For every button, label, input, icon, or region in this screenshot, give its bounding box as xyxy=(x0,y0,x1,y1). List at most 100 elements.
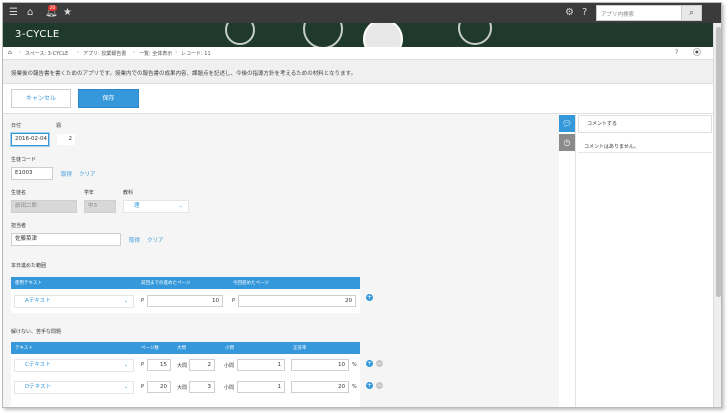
chevron-down-icon: ⌄ xyxy=(178,203,183,209)
add-row-button[interactable]: + xyxy=(366,382,373,389)
help-icon[interactable]: ? xyxy=(675,49,678,56)
week-label: 週 xyxy=(56,123,62,129)
history-icon: ◷ xyxy=(563,138,571,147)
prev-page-field[interactable]: 10 xyxy=(147,295,223,307)
range-col-cur: 今回進めたページ xyxy=(233,281,269,286)
cur-page-field[interactable]: 20 xyxy=(238,295,356,307)
problems-col-big: 大問 xyxy=(177,346,186,351)
save-button[interactable]: 保存 xyxy=(78,89,139,108)
comment-icon: 💬︎ xyxy=(561,119,573,128)
no-comments-text: コメントはありません。 xyxy=(584,144,639,150)
search-input[interactable]: アプリ内検索 xyxy=(601,10,634,18)
app-window: ☰ ⌂ 🔔︎ 20 ★ ⚙ ? アプリ内検索 ⌕ 3-CYCLE ⌂ › スペー… xyxy=(2,2,722,408)
comment-tab[interactable]: 💬︎ xyxy=(559,115,575,132)
comment-placeholder: コメントする xyxy=(587,121,618,127)
add-row-button[interactable]: + xyxy=(366,294,373,301)
range-table-header: 使用テキスト 前回までの進めたページ 今回進めたページ xyxy=(11,277,360,289)
problems-col-small: 小問 xyxy=(225,346,234,351)
subject-label: 教科 xyxy=(123,190,134,196)
student-name-field: 前田二郎 xyxy=(11,200,77,213)
range-text-value: Aテキスト xyxy=(25,298,51,304)
student-code-get-link[interactable]: 取得 xyxy=(61,170,72,178)
app-header-banner: 3-CYCLE xyxy=(3,23,713,47)
problems-col-text: テキスト xyxy=(15,346,33,351)
table-row: Dテキスト ⌄ P 20 大問 3 小問 1 20 % xyxy=(11,376,360,398)
subject-select-value: 理 xyxy=(134,203,140,209)
range-text-select[interactable]: Aテキスト ⌄ xyxy=(14,295,134,308)
search-icon: ⌕ xyxy=(688,8,695,18)
chevron-down-icon: ⌄ xyxy=(123,384,128,390)
percent-unit: % xyxy=(352,362,357,368)
date-field[interactable]: 2016-02-04 xyxy=(11,133,49,146)
remove-row-button[interactable]: − xyxy=(376,360,383,367)
app-description-text: 授業後の報告書を書くためのアプリです。授業内での報告書の成果内容、課題点を記述し… xyxy=(11,71,357,77)
grade-label: 学年 xyxy=(84,190,95,196)
problem-text-select[interactable]: Cテキスト ⌄ xyxy=(14,359,134,372)
scrollbar-thumb[interactable] xyxy=(716,27,721,297)
page-scrollbar[interactable] xyxy=(713,23,721,407)
page-field[interactable]: 15 xyxy=(147,359,171,371)
student-code-label: 生徒コード xyxy=(11,157,37,163)
remove-row-button[interactable]: − xyxy=(376,382,383,389)
teacher-clear-link[interactable]: クリア xyxy=(147,236,164,244)
accuracy-field[interactable]: 10 xyxy=(291,359,349,371)
table-row xyxy=(11,398,360,407)
problems-table-header: テキスト ページ数 大問 小問 正答率 xyxy=(11,342,360,354)
problem-text-value: Cテキスト xyxy=(25,362,51,368)
table-row: Aテキスト ⌄ P 10 P 20 xyxy=(11,289,360,313)
accuracy-field[interactable]: 20 xyxy=(291,381,349,393)
search-box[interactable]: アプリ内検索 ⌕ xyxy=(596,5,702,21)
range-col-text: 使用テキスト xyxy=(15,281,42,286)
breadcrumb-space[interactable]: スペース: 3-CYCLE xyxy=(25,50,68,57)
subject-select[interactable]: 理 ⌄ xyxy=(123,200,189,213)
student-code-field[interactable]: E1003 xyxy=(11,167,53,180)
range-section-label: 本日進めた範囲 xyxy=(11,263,47,269)
help-icon[interactable]: ? xyxy=(582,7,587,19)
breadcrumb: ⌂ › スペース: 3-CYCLE › アプリ: 授業報告書 › 一覧: 全体表… xyxy=(3,47,713,60)
small-question-label: 小問 xyxy=(224,385,235,391)
problem-text-select[interactable]: Dテキスト ⌄ xyxy=(14,381,134,394)
menu-icon[interactable]: ☰ xyxy=(9,7,18,19)
home-icon[interactable]: ⌂ xyxy=(8,49,12,56)
teacher-field[interactable]: 佐藤菜津 xyxy=(11,233,121,246)
search-button[interactable]: ⌕ xyxy=(681,6,701,20)
problems-section-label: 解けない、苦手な問題 xyxy=(11,329,62,335)
breadcrumb-record: レコード: 11 xyxy=(181,51,211,57)
range-col-prev: 前回までの進めたページ xyxy=(141,281,191,286)
page-prefix: P xyxy=(141,384,145,390)
history-tab[interactable]: ◷ xyxy=(559,134,575,151)
chevron-down-icon: ⌄ xyxy=(123,298,128,304)
chevron-down-icon: ⌄ xyxy=(123,362,128,368)
week-field[interactable]: 2 xyxy=(56,133,76,146)
lightbulb-decoration xyxy=(225,23,255,45)
breadcrumb-view[interactable]: 一覧: 全体表示 xyxy=(139,50,172,57)
problems-col-rate: 正答率 xyxy=(293,346,307,351)
date-label: 日付 xyxy=(11,123,22,129)
home-icon[interactable]: ⌂ xyxy=(27,7,33,19)
student-name-label: 生徒名 xyxy=(11,190,27,196)
action-bar: キャンセル 保存 xyxy=(3,84,713,114)
cancel-button[interactable]: キャンセル xyxy=(11,89,71,108)
page-field[interactable]: 20 xyxy=(147,381,171,393)
comment-sidebar: 💬︎ ◷ コメントする コメントはありません。 xyxy=(559,114,713,407)
lightbulb-decoration xyxy=(303,23,343,47)
top-bar: ☰ ⌂ 🔔︎ 20 ★ ⚙ ? アプリ内検索 ⌕ xyxy=(3,3,721,23)
small-question-label: 小問 xyxy=(224,363,235,369)
comment-input[interactable]: コメントする xyxy=(578,115,712,133)
big-question-field[interactable]: 2 xyxy=(189,359,215,371)
gear-icon[interactable]: ⚙ xyxy=(565,7,574,19)
notification-badge: 20 xyxy=(48,5,58,11)
big-question-label: 大問 xyxy=(177,363,188,369)
big-question-field[interactable]: 3 xyxy=(189,381,215,393)
small-question-field[interactable]: 1 xyxy=(237,359,285,371)
problem-text-value: Dテキスト xyxy=(25,384,52,390)
star-icon[interactable]: ★ xyxy=(63,7,72,19)
prev-page-prefix: P xyxy=(141,298,145,304)
breadcrumb-app[interactable]: アプリ: 授業報告書 xyxy=(83,50,126,57)
teacher-get-link[interactable]: 取得 xyxy=(129,236,140,244)
small-question-field[interactable]: 1 xyxy=(237,381,285,393)
lightbulb-decoration xyxy=(363,23,403,47)
user-icon[interactable]: ● xyxy=(693,48,701,56)
student-code-clear-link[interactable]: クリア xyxy=(79,170,96,178)
add-row-button[interactable]: + xyxy=(366,360,373,367)
